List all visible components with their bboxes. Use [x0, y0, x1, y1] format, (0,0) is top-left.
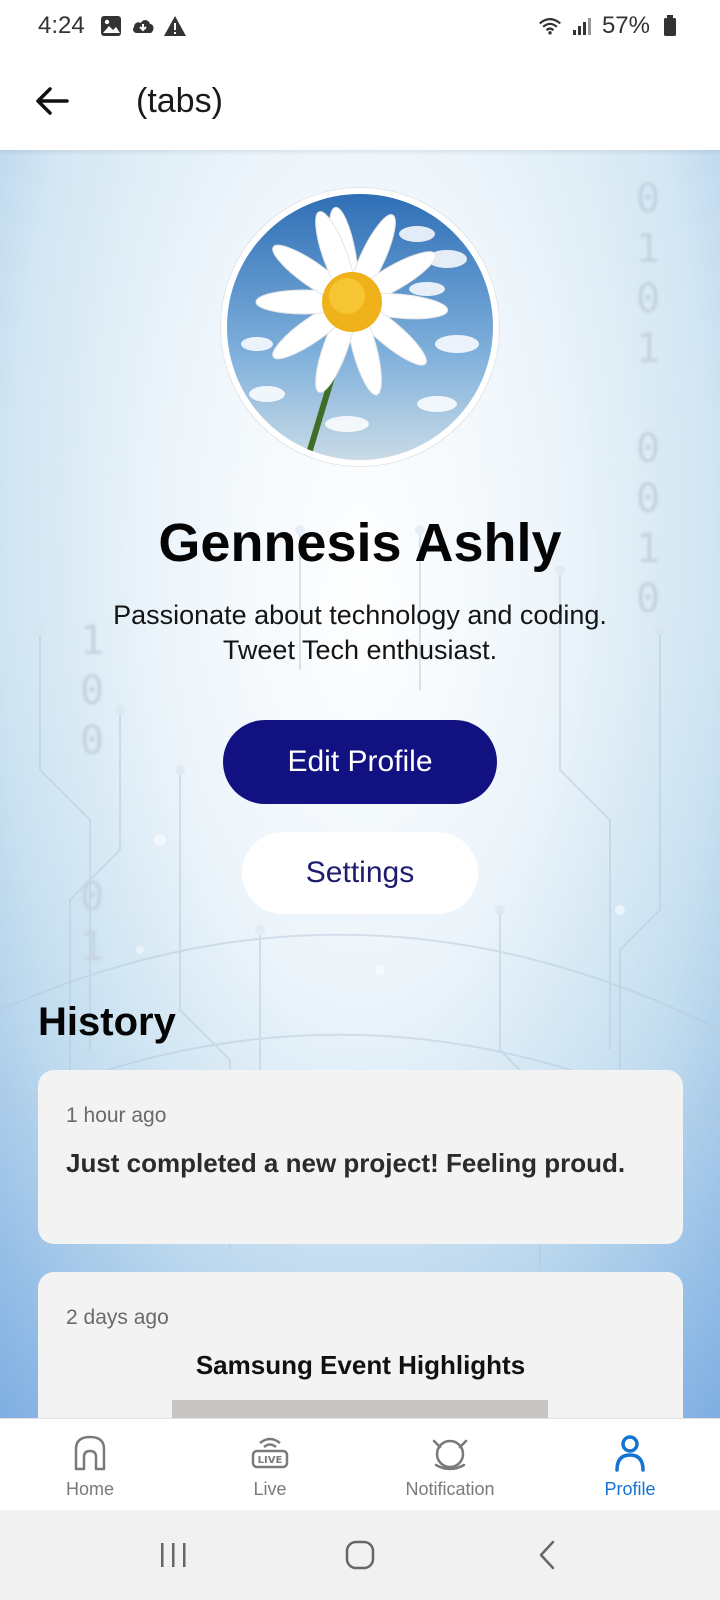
profile-bio: Passionate about technology and coding. … [113, 600, 607, 665]
nav-profile[interactable]: Profile [540, 1419, 720, 1510]
nav-label: Live [253, 1479, 287, 1499]
cloud-sync-icon [131, 14, 155, 38]
status-time: 4:24 [38, 12, 85, 39]
nav-home[interactable]: Home [0, 1419, 180, 1510]
wifi-icon [538, 14, 562, 38]
nav-label: Profile [604, 1479, 656, 1499]
edit-profile-button[interactable]: Edit Profile [223, 720, 497, 804]
history-heading: Samsung Event Highlights [195, 1350, 526, 1380]
svg-text:LIVE: LIVE [258, 1455, 283, 1466]
binary-decoration: 100 [79, 618, 105, 764]
battery-icon [658, 14, 682, 38]
profile-name: Gennesis Ashly [158, 513, 562, 573]
avatar[interactable] [221, 188, 499, 466]
recents-icon [161, 1543, 186, 1567]
back-nav-button[interactable] [517, 1525, 577, 1585]
battery-percent: 57% [601, 12, 650, 39]
event-image [172, 1400, 548, 1418]
home-button[interactable] [330, 1525, 390, 1585]
nav-label: Notification [405, 1479, 495, 1499]
binary-decoration: 01 [79, 874, 105, 970]
history-card[interactable]: 1 hour ago Just completed a new project!… [38, 1070, 683, 1244]
home-circle-icon [345, 1540, 375, 1570]
history-time: 1 hour ago [66, 1104, 167, 1127]
settings-button[interactable]: Settings [242, 832, 478, 914]
history-card[interactable]: 2 days ago Samsung Event Highlights [38, 1272, 683, 1418]
daisy-photo [227, 194, 493, 460]
live-icon: LIVE [251, 1437, 289, 1469]
profile-screen[interactable]: 01010010 100 01 Gennesis Ashly Passionat… [0, 150, 720, 1418]
home-icon [74, 1435, 106, 1471]
nav-live[interactable]: LIVE Live [180, 1419, 360, 1510]
nav-label: Home [65, 1479, 114, 1499]
page-title: (tabs) [136, 81, 223, 120]
warning-icon [163, 14, 187, 38]
signal-icon [570, 14, 594, 38]
back-button[interactable] [22, 71, 82, 131]
recents-button[interactable] [143, 1525, 203, 1585]
nav-notification[interactable]: Notification [360, 1419, 540, 1510]
system-nav [0, 1510, 720, 1600]
chevron-left-icon [539, 1540, 554, 1570]
history-time: 2 days ago [66, 1306, 169, 1329]
arrow-left-icon [36, 87, 69, 115]
notification-icon [432, 1439, 468, 1471]
history-title: History [38, 1000, 176, 1044]
status-bar: 4:24 57% [0, 0, 720, 52]
profile-icon [615, 1435, 645, 1472]
history-text: Just completed a new project! Feeling pr… [66, 1148, 626, 1178]
app-bar: (tabs) [0, 52, 720, 150]
bottom-nav: Home LIVE Live Notification Profile [0, 1418, 720, 1510]
image-icon [99, 14, 123, 38]
